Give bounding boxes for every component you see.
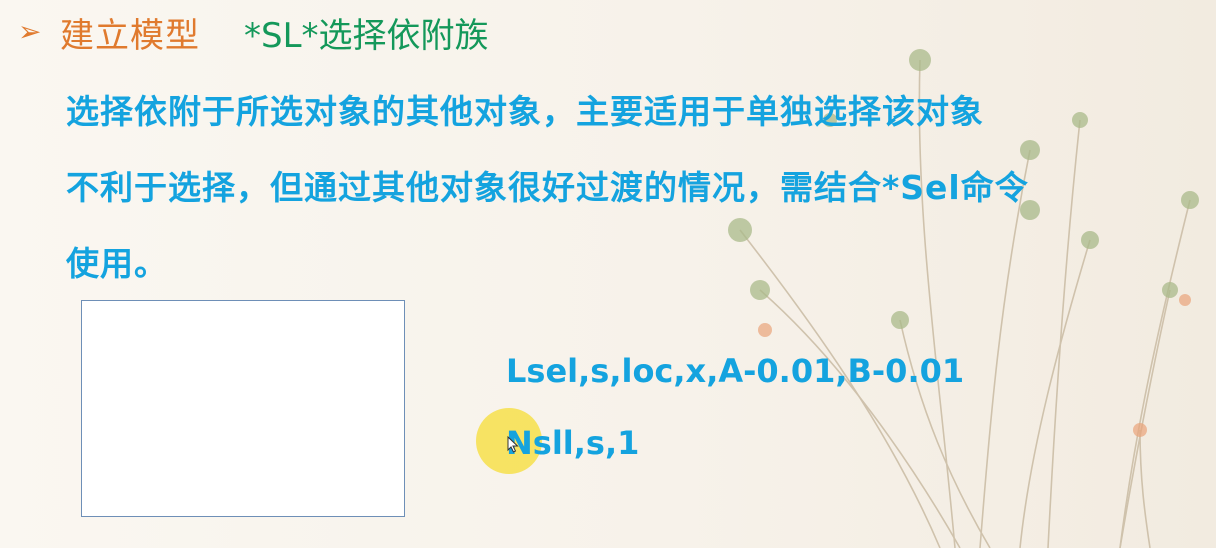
rectangle-figure: [81, 300, 405, 517]
command-line-lsel: Lsel,s,loc,x,A-0.01,B-0.01: [506, 352, 965, 390]
description-text: 选择依附于所选对象的其他对象，主要适用于单独选择该对象 不利于选择，但通过其他对…: [66, 74, 1206, 302]
command-title: *SL*选择依附族: [244, 15, 489, 56]
slide-title: 建立模型: [60, 15, 200, 56]
description-line: 不利于选择，但通过其他对象很好过渡的情况，需结合*Sel命令: [66, 168, 1029, 207]
slide: ➢ 建立模型 *SL*选择依附族 选择依附于所选对象的其他对象，主要适用于单独选…: [0, 0, 1216, 548]
description-line: 选择依附于所选对象的其他对象，主要适用于单独选择该对象: [66, 92, 984, 131]
mouse-cursor-icon: [507, 436, 519, 453]
command-line-nsll: Nsll,s,1: [506, 424, 640, 462]
arrow-bullet-icon: ➢: [18, 15, 42, 48]
description-line: 使用。: [66, 244, 168, 283]
slide-title-row: ➢ 建立模型 *SL*选择依附族: [18, 6, 489, 58]
